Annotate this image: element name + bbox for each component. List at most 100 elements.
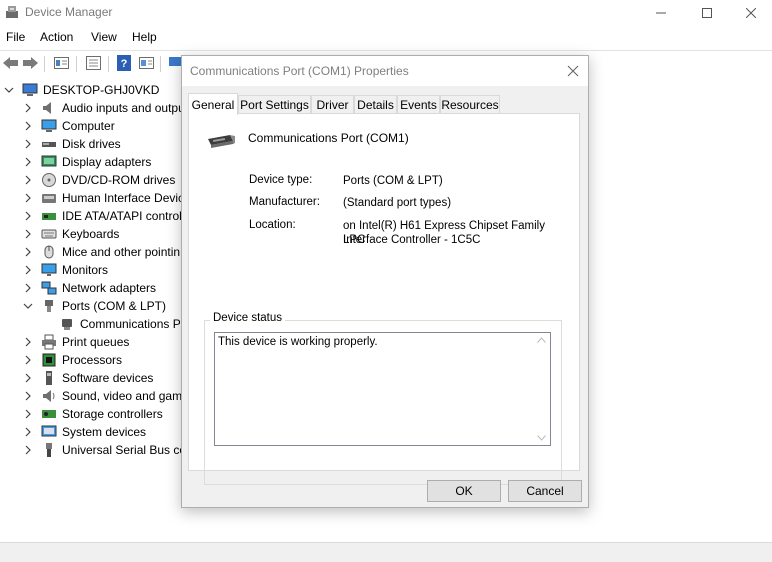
general-tab-panel: Communications Port (COM1) Device type: … [188,113,580,485]
tree-item-display-adapters[interactable]: Display adapters [23,153,151,171]
tab-port-settings[interactable]: Port Settings [238,95,311,114]
toolbar-separator [108,56,109,72]
tab-details[interactable]: Details [354,95,397,114]
tree-item-sound-video[interactable]: Sound, video and game [23,387,189,405]
tree-item-label: Monitors [62,263,109,277]
chevron-right-icon[interactable] [23,283,33,293]
maximize-button[interactable] [684,0,730,26]
location-value-line2: Interface Controller - 1C5C [343,234,481,246]
close-button[interactable] [728,0,772,26]
tree-item-keyboards[interactable]: Keyboards [23,225,119,243]
tab-driver[interactable]: Driver [311,95,354,114]
chevron-right-icon[interactable] [23,229,33,239]
scroll-up-icon[interactable] [537,337,546,343]
tab-resources[interactable]: Resources [440,95,500,114]
list-view-icon[interactable] [85,55,102,71]
tree-item-mice[interactable]: Mice and other pointin [23,243,180,261]
manufacturer-value: (Standard port types) [343,197,452,209]
scroll-down-icon[interactable] [537,435,546,441]
status-bar [0,542,772,562]
tree-item-computer[interactable]: Computer [23,117,115,135]
chevron-right-icon[interactable] [23,157,33,167]
device-status-text: This device is working properly. [218,336,378,348]
chevron-right-icon[interactable] [23,337,33,347]
tree-item-label: Print queues [62,335,130,349]
tree-item-network-adapters[interactable]: Network adapters [23,279,156,297]
device-status-textbox[interactable]: This device is working properly. [214,332,551,446]
tree-item-ports[interactable]: Ports (COM & LPT) [23,297,166,315]
tree-item-label: Audio inputs and outpu [62,101,185,115]
chevron-right-icon[interactable] [23,103,33,113]
menu-file[interactable]: File [6,30,25,44]
port-icon [62,319,72,330]
system-device-icon [41,425,57,437]
tree-item-audio[interactable]: Audio inputs and outpu [23,99,185,117]
device-name: Communications Port (COM1) [248,131,409,145]
chevron-right-icon[interactable] [23,211,33,221]
tree-item-label: Display adapters [62,155,152,169]
view-icon[interactable] [138,55,155,71]
tree-item-print-queues[interactable]: Print queues [23,333,129,351]
chevron-right-icon[interactable] [23,355,33,365]
chevron-down-icon[interactable] [23,301,33,311]
status-scrollbar[interactable] [533,333,550,445]
tree-item-disk-drives[interactable]: Disk drives [23,135,121,153]
tab-general[interactable]: General [188,93,238,115]
tree-item-label: Network adapters [62,281,157,295]
chevron-right-icon[interactable] [23,121,33,131]
minimize-button[interactable] [638,0,684,26]
tree-item-label: System devices [62,425,147,439]
properties-icon[interactable] [53,55,70,71]
ide-controller-icon [42,213,56,220]
chevron-right-icon[interactable] [23,247,33,257]
chevron-right-icon[interactable] [23,409,33,419]
tree-item-processors[interactable]: Processors [23,351,122,369]
device-type-value: Ports (COM & LPT) [343,175,443,187]
tree-item-label: DVD/CD-ROM drives [62,173,176,187]
port-icon [45,300,53,312]
maximize-icon [702,8,712,18]
chevron-right-icon[interactable] [23,445,33,455]
menu-action[interactable]: Action [40,30,73,44]
speaker-icon [43,102,51,114]
forward-arrow-icon[interactable] [22,55,39,71]
network-adapter-icon [41,281,57,295]
tree-item-label: Software devices [62,371,154,385]
tree-root[interactable]: DESKTOP-GHJ0VKD [4,81,159,99]
dvd-drive-icon [42,173,56,187]
close-icon[interactable] [564,62,582,80]
tree-item-usb[interactable]: Universal Serial Bus cor [23,441,190,459]
chevron-down-icon[interactable] [4,85,14,95]
chevron-right-icon[interactable] [23,427,33,437]
ok-button[interactable]: OK [427,480,501,502]
chevron-right-icon[interactable] [23,175,33,185]
tree-item-dvd-drives[interactable]: DVD/CD-ROM drives [23,171,175,189]
tree-item-label: Human Interface Devic [62,191,185,205]
tree-item-ide[interactable]: IDE ATA/ATAPI controll [23,207,184,225]
tree-item-label: Keyboards [62,227,120,241]
menu-view[interactable]: View [91,30,117,44]
tree-item-hid[interactable]: Human Interface Devic [23,189,184,207]
chevron-right-icon[interactable] [23,265,33,275]
dialog-title: Communications Port (COM1) Properties [190,64,409,78]
device-status-group: Device status This device is working pro… [204,312,562,485]
tree-item-communications-port[interactable]: Communications P [59,315,181,333]
tab-events[interactable]: Events [397,95,440,114]
help-icon[interactable]: ? [116,55,133,71]
toolbar-separator [44,56,45,72]
hid-icon [42,194,56,203]
device-status-label: Device status [210,312,286,324]
chevron-right-icon[interactable] [23,139,33,149]
chevron-right-icon[interactable] [23,373,33,383]
tree-item-monitors[interactable]: Monitors [23,261,108,279]
tree-item-storage-controllers[interactable]: Storage controllers [23,405,163,423]
chevron-right-icon[interactable] [23,391,33,401]
back-arrow-icon[interactable] [2,55,19,71]
tree-item-software-devices[interactable]: Software devices [23,369,153,387]
toolbar-separator [76,56,77,72]
chevron-right-icon[interactable] [23,193,33,203]
properties-dialog: Communications Port (COM1) Properties Ge… [181,55,589,508]
cancel-button[interactable]: Cancel [508,480,582,502]
tree-item-system-devices[interactable]: System devices [23,423,146,441]
menu-help[interactable]: Help [132,30,157,44]
